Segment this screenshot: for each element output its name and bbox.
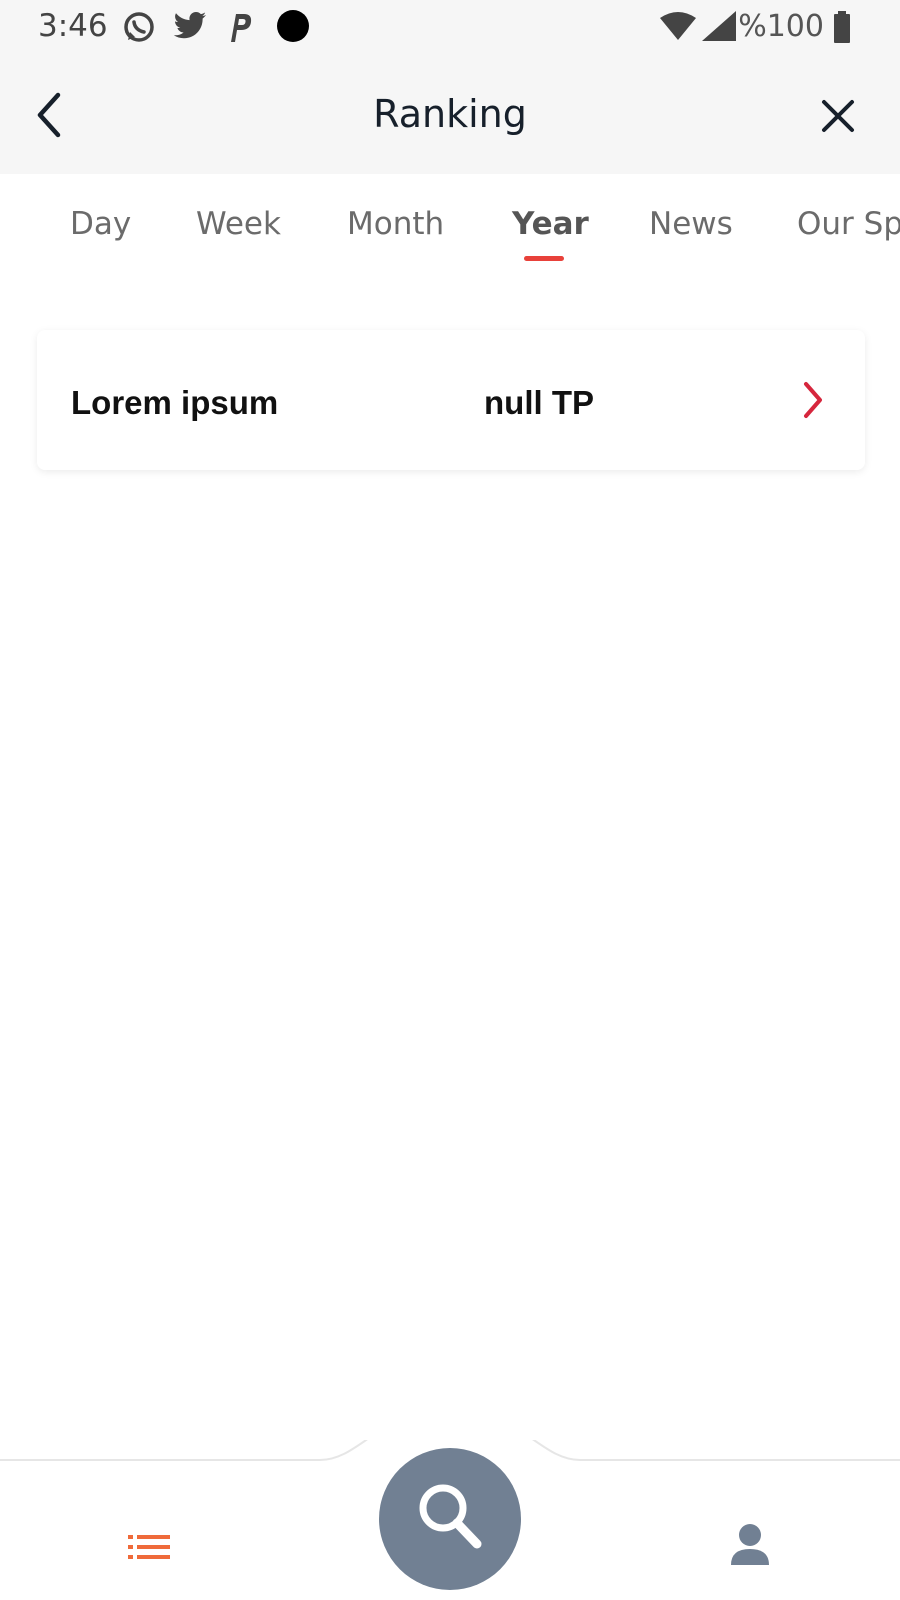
ranking-row[interactable]: Lorem ipsum null TP (37, 330, 865, 470)
ranking-points: null TP (484, 384, 594, 421)
search-icon (419, 1484, 482, 1549)
close-icon (822, 100, 854, 132)
tab-week[interactable]: Week (196, 206, 281, 242)
list-icon[interactable] (128, 1530, 172, 1564)
search-button[interactable] (379, 1448, 521, 1590)
wifi-icon (660, 12, 696, 45)
app-header: Ranking (0, 56, 900, 174)
battery-percentage: %100 (738, 9, 824, 44)
parking-icon (226, 10, 254, 49)
battery-icon (832, 11, 852, 48)
tab-news[interactable]: News (649, 206, 733, 242)
twitter-icon (172, 10, 208, 47)
tab-day[interactable]: Day (70, 206, 131, 242)
status-time: 3:46 (38, 8, 108, 44)
page-title: Ranking (373, 92, 527, 136)
dot-icon (276, 9, 310, 48)
close-button[interactable] (816, 94, 860, 138)
tab-year[interactable]: Year (512, 206, 589, 242)
profile-icon[interactable] (729, 1523, 771, 1567)
chevron-right-icon (799, 380, 827, 420)
tab-month[interactable]: Month (347, 206, 444, 242)
ranking-name: Lorem ipsum (71, 384, 279, 421)
whatsapp-icon (122, 10, 156, 49)
active-tab-indicator (524, 256, 564, 261)
status-bar: 3:46 %100 (0, 0, 900, 56)
tab-our-sp[interactable]: Our Sp (797, 206, 900, 242)
period-tabs: Day Week Month Year News Our Sp (0, 174, 900, 274)
signal-icon (702, 11, 736, 46)
